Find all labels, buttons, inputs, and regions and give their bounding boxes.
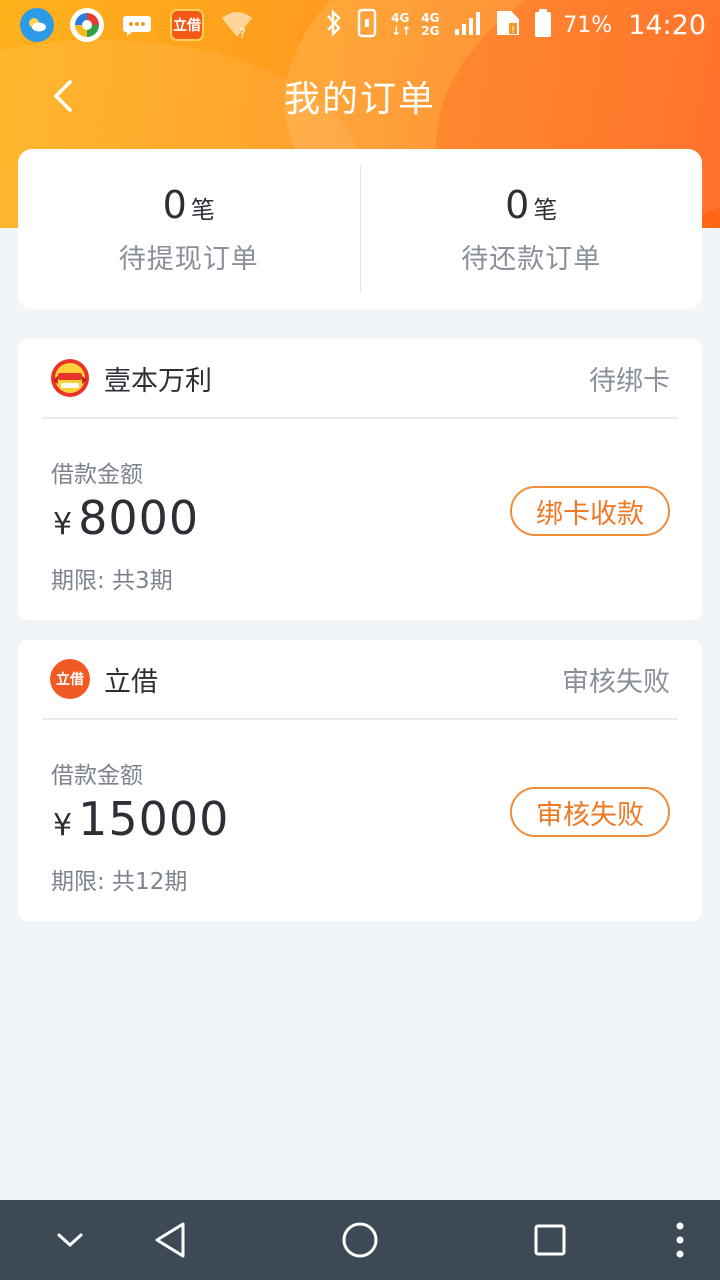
order-status: 审核失败 bbox=[562, 666, 670, 698]
battery-icon bbox=[533, 7, 553, 43]
message-icon bbox=[120, 10, 154, 40]
network-type-2-icon: 4G 2G bbox=[421, 11, 440, 38]
pending-withdraw-summary[interactable]: 0 笔 待提现订单 bbox=[18, 149, 360, 309]
yibenwanli-logo-icon bbox=[50, 358, 90, 398]
home-button[interactable] bbox=[320, 1200, 400, 1280]
menu-button[interactable] bbox=[640, 1200, 720, 1280]
chevron-down-icon bbox=[57, 1233, 83, 1247]
order-lender-name: 壹本万利 bbox=[104, 365, 212, 397]
nav-bar: 我的订单 bbox=[0, 50, 720, 142]
amount-value: 8000 bbox=[78, 491, 200, 545]
square-recents-icon bbox=[534, 1224, 566, 1256]
order-header: 立借 立借 审核失败 bbox=[42, 640, 678, 720]
more-vertical-icon bbox=[676, 1222, 684, 1258]
loan-term: 期限: 共3期 bbox=[51, 568, 173, 594]
loan-amount: ¥ 8000 bbox=[51, 491, 199, 545]
pending-repay-count: 0 bbox=[505, 182, 530, 227]
weather-app-icon bbox=[20, 8, 54, 42]
svg-text:?: ? bbox=[239, 27, 246, 40]
pending-withdraw-label: 待提现订单 bbox=[118, 243, 259, 275]
network-type-icon: 4G ↓↑ bbox=[391, 11, 412, 38]
hide-nav-button[interactable] bbox=[30, 1200, 110, 1280]
amount-label: 借款金额 bbox=[51, 763, 143, 789]
chevron-left-icon bbox=[54, 80, 72, 112]
review-failed-button[interactable]: 审核失败 bbox=[510, 787, 670, 837]
order-card[interactable]: 立借 立借 审核失败 借款金额 ¥ 15000 期限: 共12期 审核失败 bbox=[18, 640, 702, 921]
circle-home-icon bbox=[342, 1222, 378, 1258]
currency-symbol: ¥ bbox=[53, 507, 73, 542]
clock: 14:20 bbox=[628, 9, 706, 41]
battery-percent: 71% bbox=[563, 12, 613, 38]
lijie-app-icon: 立借 bbox=[170, 9, 204, 41]
pending-repay-label: 待还款订单 bbox=[461, 243, 602, 275]
svg-text:!: ! bbox=[511, 25, 515, 36]
order-header: 壹本万利 待绑卡 bbox=[42, 339, 678, 419]
browser-app-icon bbox=[70, 8, 104, 42]
order-card[interactable]: 壹本万利 待绑卡 借款金额 ¥ 8000 期限: 共3期 绑卡收款 bbox=[18, 339, 702, 620]
system-nav-bar bbox=[0, 1200, 720, 1280]
sim-alert-icon: ! bbox=[493, 7, 523, 43]
pending-withdraw-unit: 笔 bbox=[190, 195, 215, 224]
page-title: 我的订单 bbox=[283, 79, 436, 120]
back-button[interactable] bbox=[40, 72, 84, 120]
vibrate-icon bbox=[353, 7, 381, 43]
loan-term: 期限: 共12期 bbox=[51, 869, 188, 895]
pending-repay-unit: 笔 bbox=[533, 195, 558, 224]
system-back-button[interactable] bbox=[130, 1200, 210, 1280]
amount-value: 15000 bbox=[78, 792, 230, 846]
amount-label: 借款金额 bbox=[51, 462, 143, 488]
recents-button[interactable] bbox=[510, 1200, 590, 1280]
order-status: 待绑卡 bbox=[589, 365, 670, 397]
pending-repay-summary[interactable]: 0 笔 待还款订单 bbox=[361, 149, 703, 309]
pending-withdraw-count: 0 bbox=[162, 182, 187, 227]
status-bar: 立借 ? 4G ↓↑ 4G 2G ! 71% 14:20 bbox=[0, 0, 720, 50]
lijie-logo-icon: 立借 bbox=[50, 659, 90, 699]
bluetooth-icon bbox=[325, 8, 343, 42]
loan-amount: ¥ 15000 bbox=[51, 792, 229, 846]
bind-card-button[interactable]: 绑卡收款 bbox=[510, 486, 670, 536]
signal-icon bbox=[453, 9, 483, 41]
order-lender-name: 立借 bbox=[104, 666, 158, 698]
wifi-icon: ? bbox=[220, 10, 254, 42]
order-summary-card: 0 笔 待提现订单 0 笔 待还款订单 bbox=[18, 149, 702, 309]
triangle-back-icon bbox=[155, 1222, 185, 1258]
currency-symbol: ¥ bbox=[53, 808, 73, 843]
